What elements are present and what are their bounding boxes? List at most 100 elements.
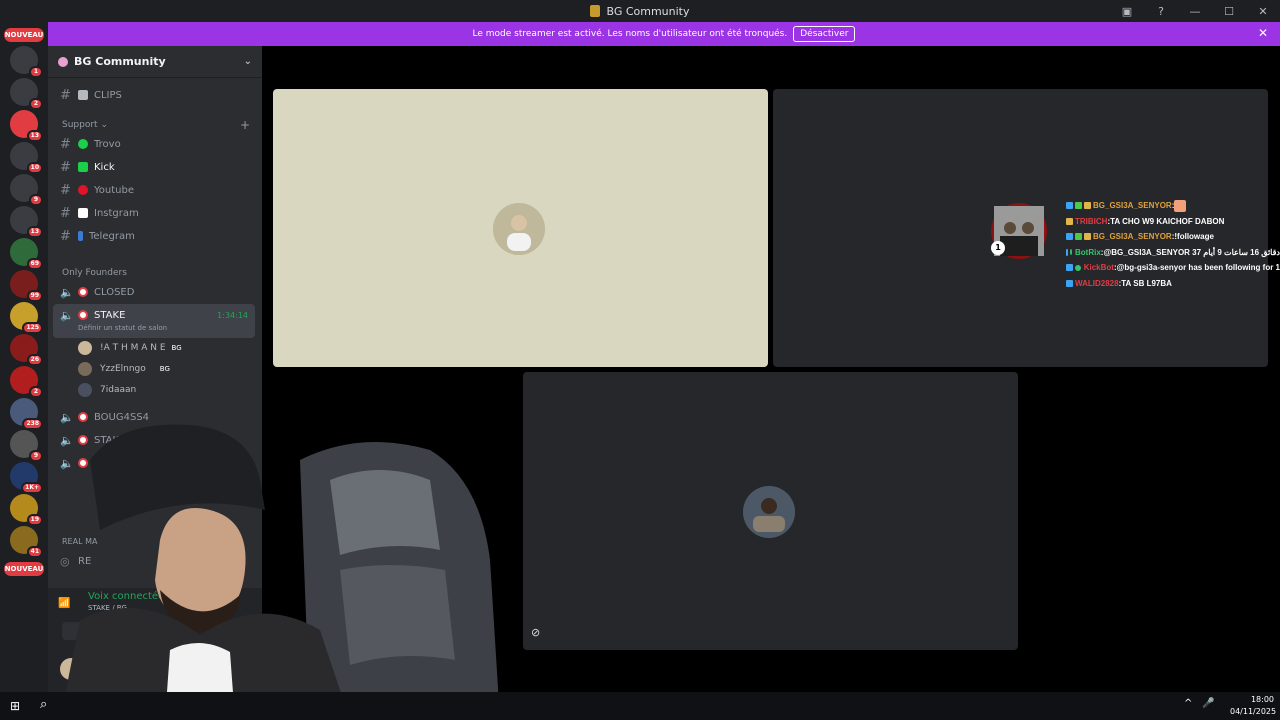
server-icon[interactable]: 125 bbox=[10, 302, 43, 334]
avatar bbox=[78, 362, 92, 376]
title-bar: BG Community ▣ ? — ☐ ✕ bbox=[0, 0, 1280, 22]
category-real-madrid[interactable]: REAL MA bbox=[62, 537, 97, 546]
participant-badge: 1 bbox=[991, 241, 1005, 255]
chat-username: BG_GSI3A_SENYOR bbox=[1093, 232, 1172, 242]
channel-youtube[interactable]: # Youtube bbox=[54, 180, 256, 200]
voice-connected-panel: 📶 Voix connectée STAKE / BG ⊘ bbox=[48, 588, 262, 648]
voice-channel-stake-2[interactable]: 🔈 STAKE bbox=[54, 430, 256, 450]
speaker-icon: 🔈 bbox=[60, 433, 74, 447]
chat-username: KickBot bbox=[1083, 263, 1114, 273]
server-icon[interactable]: 13 bbox=[10, 206, 43, 238]
new-badge-bottom: NOUVEAU bbox=[4, 562, 44, 576]
category-support[interactable]: Support ⌄ bbox=[62, 120, 108, 130]
voice-channel-on[interactable]: 🔈 ON 1 bbox=[54, 453, 256, 473]
streamer-mode-banner: Le mode streamer est activé. Les noms d'… bbox=[48, 22, 1280, 46]
server-icon[interactable]: 99 bbox=[10, 270, 43, 302]
check-icon bbox=[78, 162, 88, 172]
stage-channel[interactable]: ◎ RE bbox=[54, 551, 256, 571]
channel-label: CLOSED bbox=[94, 286, 135, 298]
user-name: YzzElnngo bbox=[100, 364, 146, 374]
chat-username: WALID2828 bbox=[1075, 278, 1119, 288]
hash-icon: # bbox=[60, 136, 71, 152]
search-icon[interactable]: ⌕ bbox=[40, 697, 47, 712]
video-grid: 1 ⊘ bbox=[262, 46, 1280, 692]
tray-chevron-icon[interactable]: ^ bbox=[1184, 698, 1192, 709]
voice-user[interactable]: !A T H M A N E BG bbox=[78, 338, 182, 358]
channel-label: STAKE bbox=[94, 434, 126, 446]
voice-channel-stake[interactable]: 🔈 STAKE 1:34:14 bbox=[54, 305, 256, 325]
server-icon[interactable]: 19 bbox=[10, 494, 43, 526]
hash-icon: # bbox=[60, 159, 71, 175]
clock-time[interactable]: 18:00 bbox=[1236, 695, 1274, 704]
red-circle-icon bbox=[78, 185, 88, 195]
badge-icon bbox=[1066, 217, 1073, 225]
voice-user[interactable]: 7idaaan bbox=[78, 380, 136, 400]
server-icon[interactable]: 69 bbox=[10, 238, 43, 270]
channel-trovo[interactable]: # Trovo bbox=[54, 134, 256, 154]
add-channel-icon[interactable]: + bbox=[240, 118, 250, 132]
screen-share-button[interactable] bbox=[122, 622, 174, 640]
banner-close-icon[interactable]: ✕ bbox=[1258, 26, 1268, 40]
voice-channel-boug[interactable]: 🔈 BOUG4SS4 bbox=[54, 407, 256, 427]
voice-channel-closed[interactable]: 🔈 CLOSED bbox=[54, 282, 256, 302]
channel-telegram[interactable]: # Telegram bbox=[54, 226, 256, 246]
channel-clips[interactable]: # CLIPS bbox=[54, 85, 256, 105]
app-logo-icon bbox=[590, 5, 601, 17]
channel-label: BOUG4SS4 bbox=[94, 411, 150, 423]
server-icon[interactable]: 9 bbox=[10, 174, 43, 206]
chat-message: @bg-gsi3a-senyor has been following for … bbox=[1116, 263, 1280, 273]
server-icon[interactable]: 238 bbox=[10, 398, 43, 430]
voice-status: Voix connectée bbox=[88, 591, 165, 602]
server-icon[interactable]: 26 bbox=[10, 334, 43, 366]
mic-icon[interactable]: 🎤 bbox=[1202, 698, 1214, 709]
maximize-button[interactable]: ☐ bbox=[1212, 5, 1246, 18]
inbox-icon[interactable]: ▣ bbox=[1110, 5, 1144, 18]
video-tile[interactable] bbox=[273, 89, 768, 367]
close-window-button[interactable]: ✕ bbox=[1246, 5, 1280, 18]
voice-channel-name[interactable]: STAKE / BG bbox=[88, 604, 127, 612]
video-tile[interactable]: ⊘ bbox=[523, 372, 1018, 650]
server-icon[interactable]: 2 bbox=[10, 366, 43, 398]
chat-username: BG_GSI3A_SENYOR bbox=[1093, 201, 1172, 211]
server-icon[interactable]: 1K+ bbox=[10, 462, 43, 494]
chat-message: !followage bbox=[1174, 232, 1214, 242]
server-icon[interactable]: 9 bbox=[10, 430, 43, 462]
channel-label: Trovo bbox=[94, 138, 121, 150]
chat-message: @BG_GSI3A_SENYOR 37 دقائق 16 ساعات 9 أيا… bbox=[1103, 247, 1280, 257]
guild-header[interactable]: BG Community ⌄ bbox=[48, 46, 262, 78]
channel-kick[interactable]: # Kick bbox=[54, 157, 256, 177]
server-icon[interactable]: 1 bbox=[10, 46, 43, 78]
chevron-down-icon[interactable]: ⌄ bbox=[244, 56, 252, 67]
channel-label: Telegram bbox=[89, 230, 135, 242]
channel-status[interactable]: Définir un statut de salon bbox=[78, 324, 167, 332]
category-only-founders[interactable]: Only Founders bbox=[62, 268, 127, 278]
disable-streamer-button[interactable]: Désactiver bbox=[793, 26, 856, 42]
chat-line: WALID2828 : TA SB L97BA bbox=[1066, 276, 1280, 292]
avatar[interactable] bbox=[60, 658, 82, 680]
banner-text: Le mode streamer est activé. Les noms d'… bbox=[472, 29, 788, 39]
channel-label: RE bbox=[78, 555, 92, 567]
no-entry-icon bbox=[78, 287, 88, 297]
no-entry-icon bbox=[78, 412, 88, 422]
windows-start-icon[interactable]: ⊞ bbox=[10, 699, 20, 713]
server-icon[interactable]: 13 bbox=[10, 110, 43, 142]
camera-off-button[interactable]: ⊘ bbox=[62, 622, 114, 640]
channel-instgram[interactable]: # Instgram bbox=[54, 203, 256, 223]
server-icon[interactable]: 10 bbox=[10, 142, 43, 174]
badge-icon bbox=[1066, 279, 1073, 287]
new-badge-top: NOUVEAU bbox=[4, 28, 44, 42]
participant-avatar bbox=[743, 486, 795, 538]
white-square-icon bbox=[78, 208, 88, 218]
user-panel: !A T H M Dans un bbox=[48, 648, 262, 692]
stream-chat-overlay: BG_GSI3A_SENYOR : TRIBICH : TA CHO W9 KA… bbox=[1066, 198, 1280, 291]
channel-label: Youtube bbox=[94, 184, 134, 196]
server-icon[interactable]: 41 bbox=[10, 526, 43, 558]
voice-user[interactable]: YzzElnngo BG bbox=[78, 359, 170, 379]
user-name: !A T H M A N E bbox=[100, 343, 166, 353]
minimize-button[interactable]: — bbox=[1178, 5, 1212, 18]
help-icon[interactable]: ? bbox=[1144, 5, 1178, 18]
mention-badge: 1 bbox=[237, 457, 248, 469]
clock-date[interactable]: 04/11/2025 bbox=[1230, 707, 1276, 716]
server-icon[interactable]: 2 bbox=[10, 78, 43, 110]
green-circle-icon bbox=[78, 139, 88, 149]
